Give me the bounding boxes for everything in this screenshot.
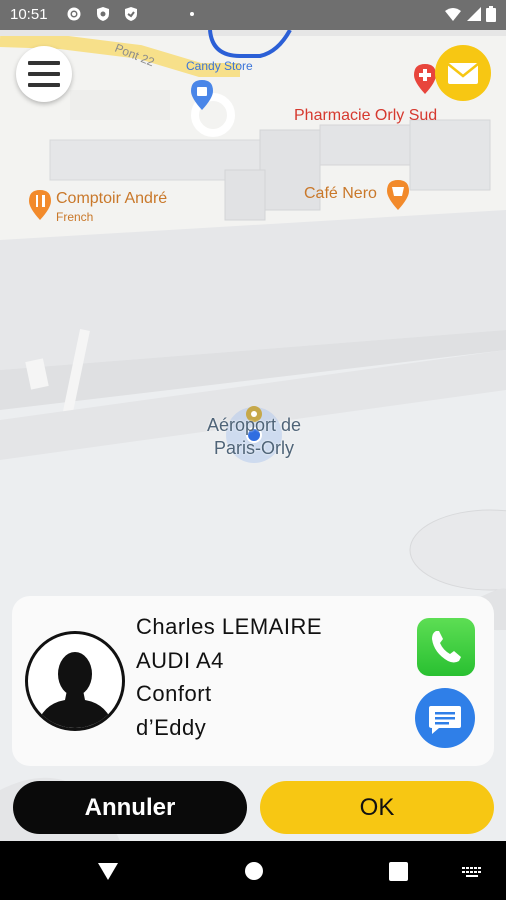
wifi-icon xyxy=(445,8,461,21)
driver-category: Confort xyxy=(136,681,212,706)
candy-store-label[interactable]: Candy Store xyxy=(186,59,253,73)
phone-icon xyxy=(432,631,461,663)
dot-icon xyxy=(190,12,194,16)
envelope-icon xyxy=(447,63,479,84)
home-icon[interactable] xyxy=(244,861,264,881)
menu-icon-bar xyxy=(28,83,60,87)
status-bar: 10:51 xyxy=(0,0,506,30)
back-icon[interactable] xyxy=(97,861,119,881)
signal-icon xyxy=(467,7,481,21)
menu-icon xyxy=(28,61,60,65)
keyboard-icon[interactable] xyxy=(461,866,483,878)
cancel-button[interactable]: Annuler xyxy=(13,781,247,834)
navigation-bar xyxy=(0,841,506,900)
menu-icon-bar xyxy=(28,72,60,76)
driver-card: Charles LEMAIRE AUDI A4 Confort d’Eddy xyxy=(12,596,494,766)
driver-company: d’Eddy xyxy=(136,715,207,740)
mail-button[interactable] xyxy=(435,45,491,101)
driver-car: AUDI A4 xyxy=(136,648,224,673)
menu-button[interactable] xyxy=(16,46,72,102)
ok-button[interactable]: OK xyxy=(260,781,494,834)
airport-label-line2: Paris-Orly xyxy=(214,438,294,458)
comptoir-sub-label: French xyxy=(56,210,94,224)
recents-icon[interactable] xyxy=(389,862,408,881)
message-icon xyxy=(429,706,461,734)
shield-icon xyxy=(97,7,109,21)
comptoir-label[interactable]: Comptoir André xyxy=(56,190,167,208)
driver-name: Charles LEMAIRE xyxy=(136,614,323,639)
call-button[interactable] xyxy=(417,618,475,676)
message-button[interactable] xyxy=(415,688,475,748)
cafe-label[interactable]: Café Nero xyxy=(304,185,377,203)
shield-icon xyxy=(125,7,137,21)
gear-icon xyxy=(67,7,81,21)
status-time: 10:51 xyxy=(10,6,48,23)
airport-label-line1: Aéroport de xyxy=(206,415,302,435)
airport-label[interactable]: Aéroport de Paris-Orly xyxy=(193,414,315,460)
battery-icon xyxy=(486,6,496,22)
person-silhouette-icon xyxy=(36,652,114,728)
avatar xyxy=(25,631,125,731)
pharmacie-label[interactable]: Pharmacie Orly Sud xyxy=(294,107,437,125)
